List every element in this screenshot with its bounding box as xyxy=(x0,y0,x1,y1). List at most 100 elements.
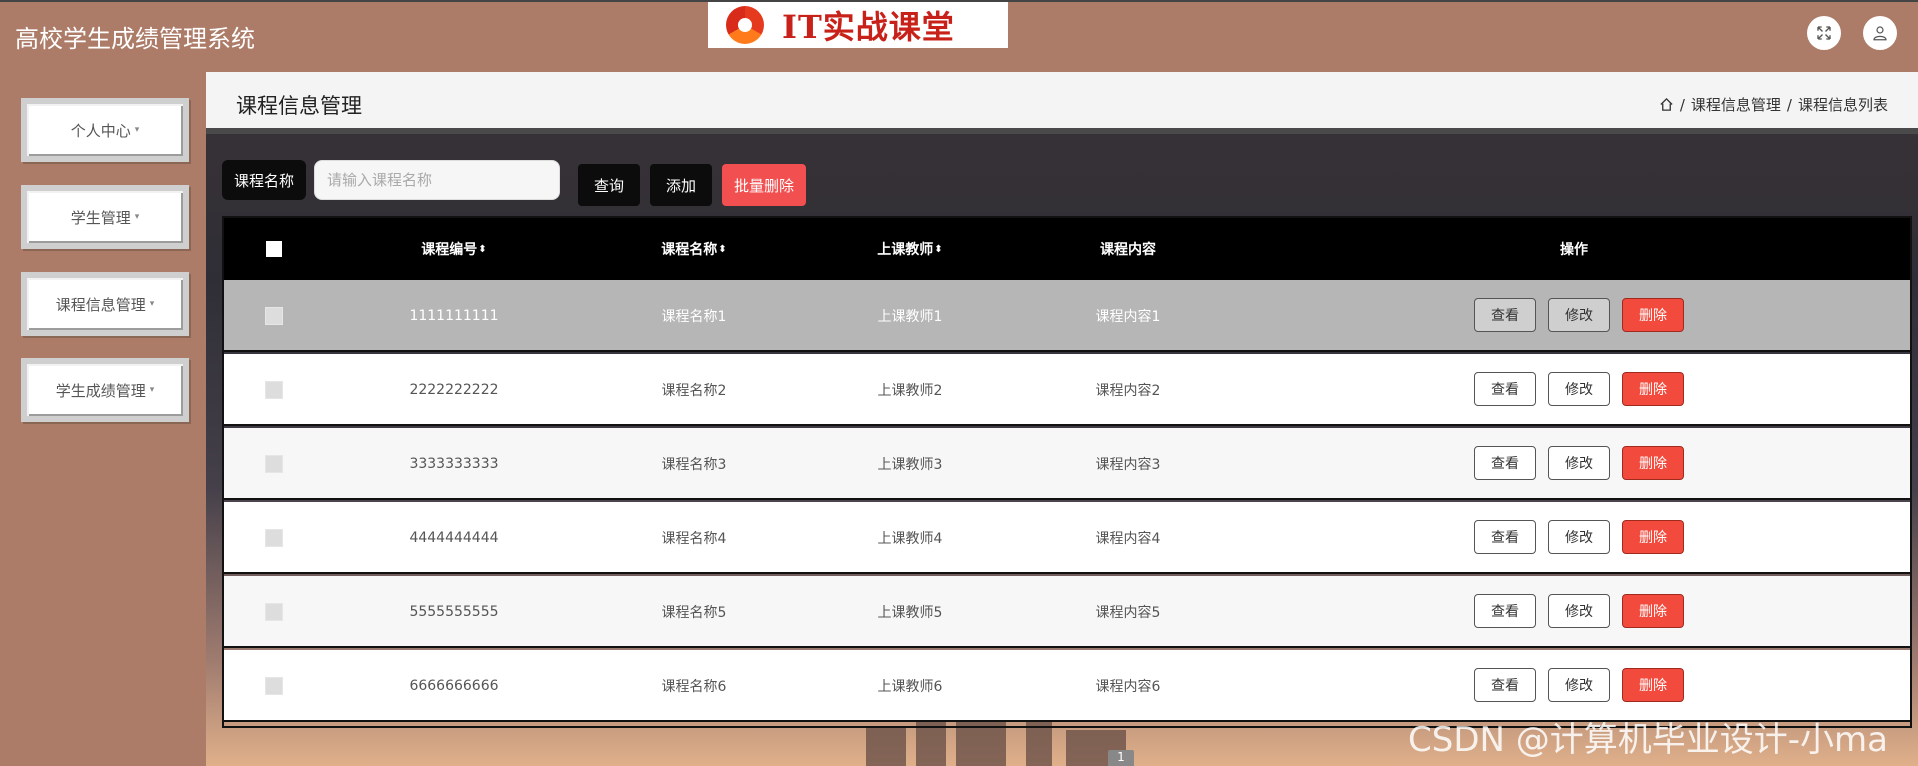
course-name-cell: 课程名称6 xyxy=(661,679,727,695)
top-header: 高校学生成绩管理系统 IT实战课堂 xyxy=(0,0,1918,72)
view-button[interactable]: 查看 xyxy=(1474,668,1536,702)
delete-button[interactable]: 删除 xyxy=(1622,668,1684,702)
chevron-down-icon: ▾ xyxy=(149,299,155,309)
edit-button[interactable]: 修改 xyxy=(1548,298,1610,332)
column-header-actions: 操作 xyxy=(1560,242,1588,258)
table-row: 3333333333 课程名称3 上课教师3 课程内容3 查看 修改 删除 xyxy=(224,428,1910,500)
course-code-cell: 3333333333 xyxy=(409,456,499,472)
course-code-cell: 1111111111 xyxy=(409,308,499,324)
course-name-cell: 课程名称4 xyxy=(661,531,727,547)
sidebar-item-student-management[interactable]: 学生管理 ▾ xyxy=(21,185,189,249)
view-button[interactable]: 查看 xyxy=(1474,446,1536,480)
sidebar-item-grade-management[interactable]: 学生成绩管理 ▾ xyxy=(21,358,189,422)
logo-mark-icon xyxy=(726,6,764,44)
sidebar-item-personal-center[interactable]: 个人中心 ▾ xyxy=(21,98,189,162)
logo-text: IT实战课堂 xyxy=(782,8,955,46)
table-row: 4444444444 课程名称4 上课教师4 课程内容4 查看 修改 删除 xyxy=(224,502,1910,574)
brand-logo: IT实战课堂 xyxy=(708,2,1008,48)
delete-button[interactable]: 删除 xyxy=(1622,372,1684,406)
pagination-current-page[interactable]: 1 xyxy=(1108,750,1134,766)
course-code-cell: 6666666666 xyxy=(409,678,499,694)
sidebar: 个人中心 ▾ 学生管理 ▾ 课程信息管理 ▾ 学生成绩管理 ▾ xyxy=(0,72,206,766)
sort-icon: ⬍ xyxy=(718,243,727,255)
sidebar-item-label: 课程信息管理 xyxy=(55,295,146,314)
teacher-cell: 上课教师1 xyxy=(877,309,943,325)
page-title: 课程信息管理 xyxy=(236,94,362,118)
view-button[interactable]: 查看 xyxy=(1474,298,1536,332)
table-row: 1111111111 课程名称1 上课教师1 课程内容1 查看 修改 删除 xyxy=(224,280,1910,352)
edit-button[interactable]: 修改 xyxy=(1548,446,1610,480)
app-title: 高校学生成绩管理系统 xyxy=(15,25,255,53)
course-content-cell: 课程内容6 xyxy=(1095,679,1161,695)
table-row: 2222222222 课程名称2 上课教师2 课程内容2 查看 修改 删除 xyxy=(224,354,1910,426)
row-checkbox[interactable] xyxy=(265,677,283,695)
fullscreen-button[interactable] xyxy=(1807,16,1841,50)
row-checkbox[interactable] xyxy=(265,455,283,473)
chevron-down-icon: ▾ xyxy=(134,212,140,222)
sidebar-item-label: 学生成绩管理 xyxy=(55,381,146,400)
sort-icon: ⬍ xyxy=(934,243,943,255)
batch-delete-button[interactable]: 批量删除 xyxy=(722,164,806,206)
add-button[interactable]: 添加 xyxy=(650,164,712,206)
breadcrumb-item[interactable]: 课程信息管理 xyxy=(1691,94,1781,115)
edit-button[interactable]: 修改 xyxy=(1548,520,1610,554)
course-name-cell: 课程名称1 xyxy=(661,309,727,325)
breadcrumb-item: 课程信息列表 xyxy=(1797,96,1888,114)
edit-button[interactable]: 修改 xyxy=(1548,372,1610,406)
delete-button[interactable]: 删除 xyxy=(1622,446,1684,480)
user-icon xyxy=(1873,26,1887,41)
query-button[interactable]: 查询 xyxy=(578,164,640,206)
teacher-cell: 上课教师3 xyxy=(877,457,943,473)
delete-button[interactable]: 删除 xyxy=(1622,594,1684,628)
teacher-cell: 上课教师2 xyxy=(877,383,943,399)
home-icon[interactable] xyxy=(1659,97,1674,112)
column-header-content: 课程内容 xyxy=(1100,242,1156,258)
main-content: 课程信息管理 / 课程信息管理 / 课程信息列表 课程名称 查询 添加 批量删除… xyxy=(206,72,1918,766)
course-content-cell: 课程内容1 xyxy=(1095,309,1161,325)
view-button[interactable]: 查看 xyxy=(1474,520,1536,554)
course-name-search-input[interactable] xyxy=(314,160,560,200)
course-table: 课程编号 ⬍ 课程名称 ⬍ 上课教师 ⬍ 课程内容 操作 1111111111 课程名… xyxy=(222,216,1912,728)
breadcrumb: / 课程信息管理 / 课程信息列表 xyxy=(1659,94,1888,115)
course-code-cell: 5555555555 xyxy=(409,604,499,620)
sort-icon: ⬍ xyxy=(478,243,487,255)
row-checkbox[interactable] xyxy=(265,603,283,621)
view-button[interactable]: 查看 xyxy=(1474,372,1536,406)
column-header-teacher[interactable]: 上课教师 ⬍ xyxy=(810,218,1010,280)
sidebar-item-label: 个人中心 xyxy=(70,121,131,140)
page-header: 课程信息管理 / 课程信息管理 / 课程信息列表 xyxy=(206,72,1918,134)
row-checkbox[interactable] xyxy=(265,529,283,547)
sidebar-item-label: 学生管理 xyxy=(70,208,131,227)
sidebar-item-course-management[interactable]: 课程信息管理 ▾ xyxy=(21,272,189,336)
teacher-cell: 上课教师5 xyxy=(877,605,943,621)
chevron-down-icon: ▾ xyxy=(149,385,155,395)
chevron-down-icon: ▾ xyxy=(134,125,140,135)
course-content-cell: 课程内容5 xyxy=(1095,605,1161,621)
breadcrumb-separator: / xyxy=(1786,95,1792,114)
delete-button[interactable]: 删除 xyxy=(1622,520,1684,554)
column-header-name[interactable]: 课程名称 ⬍ xyxy=(594,218,794,280)
user-menu-button[interactable] xyxy=(1863,16,1897,50)
course-name-cell: 课程名称3 xyxy=(661,457,727,473)
course-code-cell: 2222222222 xyxy=(409,382,499,398)
table-row: 5555555555 课程名称5 上课教师5 课程内容5 查看 修改 删除 xyxy=(224,576,1910,648)
course-content-cell: 课程内容3 xyxy=(1095,457,1161,473)
column-header-code[interactable]: 课程编号 ⬍ xyxy=(354,218,554,280)
select-all-checkbox[interactable] xyxy=(266,241,282,257)
search-label: 课程名称 xyxy=(222,160,306,200)
teacher-cell: 上课教师4 xyxy=(877,531,943,547)
course-code-cell: 4444444444 xyxy=(409,530,499,546)
row-checkbox[interactable] xyxy=(265,381,283,399)
table-header: 课程编号 ⬍ 课程名称 ⬍ 上课教师 ⬍ 课程内容 操作 xyxy=(224,218,1910,280)
teacher-cell: 上课教师6 xyxy=(877,679,943,695)
course-content-cell: 课程内容4 xyxy=(1095,531,1161,547)
course-content-cell: 课程内容2 xyxy=(1095,383,1161,399)
row-checkbox[interactable] xyxy=(265,307,283,325)
delete-button[interactable]: 删除 xyxy=(1622,298,1684,332)
edit-button[interactable]: 修改 xyxy=(1548,594,1610,628)
view-button[interactable]: 查看 xyxy=(1474,594,1536,628)
edit-button[interactable]: 修改 xyxy=(1548,668,1610,702)
breadcrumb-separator: / xyxy=(1679,95,1685,114)
watermark-text: CSDN @计算机毕业设计-小ma xyxy=(1408,720,1888,760)
fullscreen-icon xyxy=(1817,26,1831,40)
